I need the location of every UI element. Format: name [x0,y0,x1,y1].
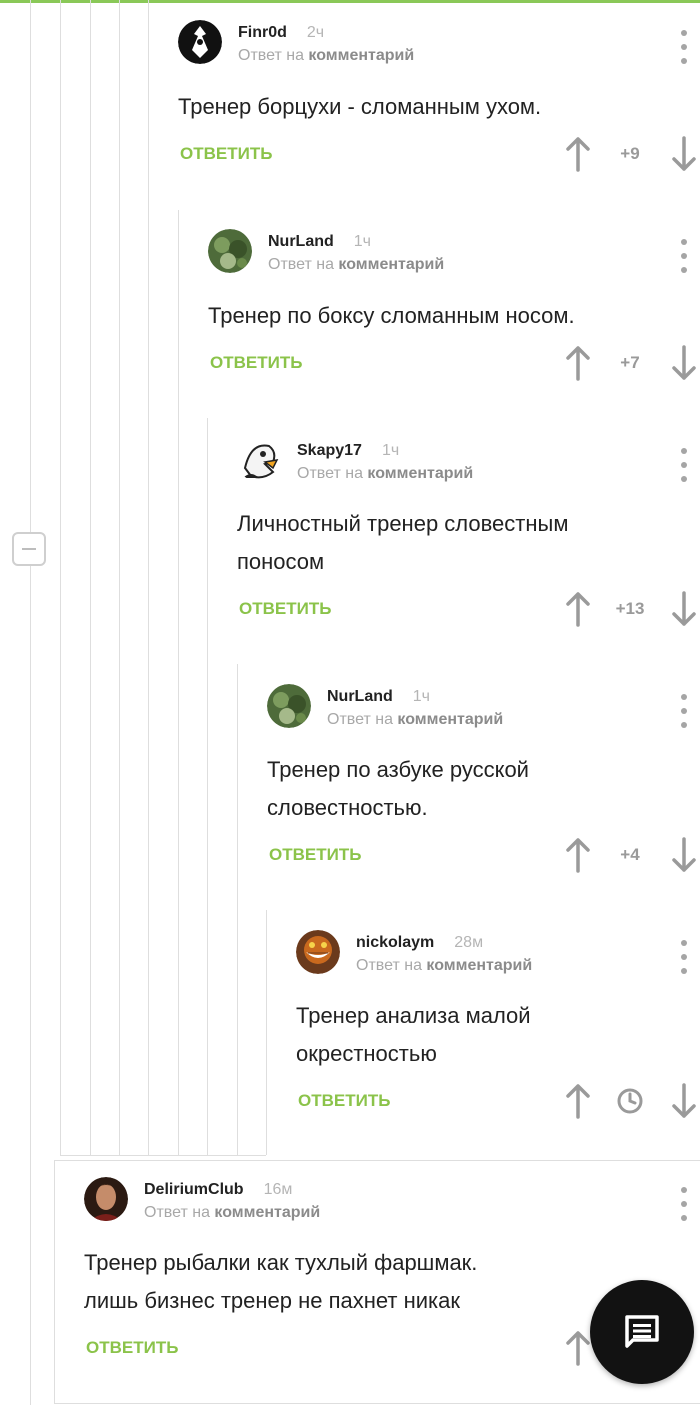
downvote-arrow-icon[interactable] [664,589,700,629]
thread-line-1 [60,0,61,1155]
author-name[interactable]: nickolaym [356,934,434,951]
comment-nurland-2: NurLand 1ч Ответ на комментарий Тренер по… [267,684,700,884]
top-accent-line [0,0,700,3]
reply-to-line: Ответ на комментарий [268,256,444,274]
rating-score: +7 [620,353,640,372]
upvote-arrow-icon[interactable] [558,1081,598,1121]
author-name[interactable]: NurLand [268,233,334,250]
comment-text: Тренер рыбалки как тухлый фаршмак. лишь … [84,1250,478,1313]
thread-line-root [30,0,31,1405]
reply-target-link[interactable]: комментарий [397,711,503,728]
thread-line-3 [119,0,120,1155]
rating-score: +13 [615,599,645,618]
comment-time: 1ч [353,233,372,250]
reply-target-link[interactable]: комментарий [308,47,414,64]
hand-avatar-icon[interactable] [178,20,222,64]
comment-text: Тренер по азбуке русской словестностью. [267,757,529,820]
rating-score: +4 [620,845,640,864]
reply-prefix: Ответ на [144,1204,210,1221]
reply-to-line: Ответ на комментарий [238,47,414,65]
comment-skapy17: Skapy17 1ч Ответ на комментарий Личностны… [237,438,700,638]
comment-time: 16м [263,1181,293,1198]
downvote-arrow-icon[interactable] [664,835,700,875]
upvote-arrow-icon[interactable] [558,835,598,875]
thread-line-4 [148,0,149,1155]
comment-meta: nickolaym 28м Ответ на комментарий [356,934,532,975]
comment-meta: NurLand 1ч Ответ на комментарий [268,233,444,274]
thread-line-5 [178,210,179,1155]
reply-to-line: Ответ на комментарий [297,465,473,483]
comment-time: 1ч [381,442,400,459]
reply-button[interactable]: ОТВЕТИТЬ [269,845,361,865]
comment-text: Личностный тренер словестным поносом [237,511,569,574]
comment-finr0d: Finr0d 2ч Ответ на комментарий Тренер бор… [178,20,700,190]
reply-target-link[interactable]: комментарий [367,465,473,482]
reply-prefix: Ответ на [238,47,304,64]
more-menu-icon[interactable] [674,1187,694,1221]
downvote-arrow-icon[interactable] [664,343,700,383]
reply-target-link[interactable]: комментарий [338,256,444,273]
comment-text: Тренер по боксу сломанным носом. [208,303,575,328]
thread-line-last [54,1160,55,1403]
comment-nickolaym: nickolaym 28м Ответ на комментарий Тренер… [296,930,700,1130]
reply-to-line: Ответ на комментарий [356,957,532,975]
reply-target-link[interactable]: комментарий [426,957,532,974]
comment-meta: NurLand 1ч Ответ на комментарий [327,688,503,729]
plant-avatar-icon[interactable] [267,684,311,728]
reply-button[interactable]: ОТВЕТИТЬ [180,144,272,164]
thread-end-line [60,1155,266,1156]
author-name[interactable]: DeliriumClub [144,1181,244,1198]
comment-icon [625,1315,659,1348]
reply-button[interactable]: ОТВЕТИТЬ [86,1338,178,1358]
rating-score: +9 [620,144,640,163]
write-comment-fab[interactable] [590,1280,694,1384]
comment-text: Тренер борцухи - сломанным ухом. [178,94,542,119]
comment-text: Тренер анализа малой окрестностью [296,1003,531,1066]
portrait-avatar-icon[interactable] [84,1177,128,1221]
comment-meta: Finr0d 2ч Ответ на комментарий [238,24,414,65]
collapse-thread-button[interactable] [12,532,46,566]
comment-time: 1ч [412,688,431,705]
grinning-cat-avatar-icon[interactable] [296,930,340,974]
plant-avatar-icon[interactable] [208,229,252,273]
reply-prefix: Ответ на [297,465,363,482]
more-menu-icon[interactable] [674,940,694,974]
comment-nurland-1: NurLand 1ч Ответ на комментарий Тренер по… [208,229,700,399]
thread-line-7 [237,664,238,1155]
comment-time: 2ч [306,24,325,41]
author-name[interactable]: Finr0d [238,24,287,41]
comment-meta: DeliriumClub 16м Ответ на комментарий [144,1181,320,1222]
downvote-arrow-icon[interactable] [664,1081,700,1121]
upvote-arrow-icon[interactable] [558,134,598,174]
reply-button[interactable]: ОТВЕТИТЬ [239,599,331,619]
more-menu-icon[interactable] [674,239,694,273]
thread-line-6 [207,418,208,1155]
author-name[interactable]: Skapy17 [297,442,362,459]
comment-meta: Skapy17 1ч Ответ на комментарий [297,442,473,483]
downvote-arrow-icon[interactable] [664,134,700,174]
cartoon-duck-avatar-icon[interactable] [237,438,281,482]
reply-to-line: Ответ на комментарий [144,1204,320,1222]
upvote-arrow-icon[interactable] [558,589,598,629]
reply-prefix: Ответ на [327,711,393,728]
more-menu-icon[interactable] [674,448,694,482]
reply-prefix: Ответ на [356,957,422,974]
author-name[interactable]: NurLand [327,688,393,705]
more-menu-icon[interactable] [674,694,694,728]
thread-line-2 [90,0,91,1155]
reply-button[interactable]: ОТВЕТИТЬ [210,353,302,373]
thread-line-8 [266,910,267,1155]
reply-prefix: Ответ на [268,256,334,273]
clock-icon [617,1088,643,1114]
thread-bottom-line [54,1403,700,1404]
thread-top-line [54,1160,700,1161]
reply-button[interactable]: ОТВЕТИТЬ [298,1091,390,1111]
comment-time: 28м [454,934,484,951]
upvote-arrow-icon[interactable] [558,343,598,383]
reply-target-link[interactable]: комментарий [214,1204,320,1221]
more-menu-icon[interactable] [674,30,694,64]
reply-to-line: Ответ на комментарий [327,711,503,729]
